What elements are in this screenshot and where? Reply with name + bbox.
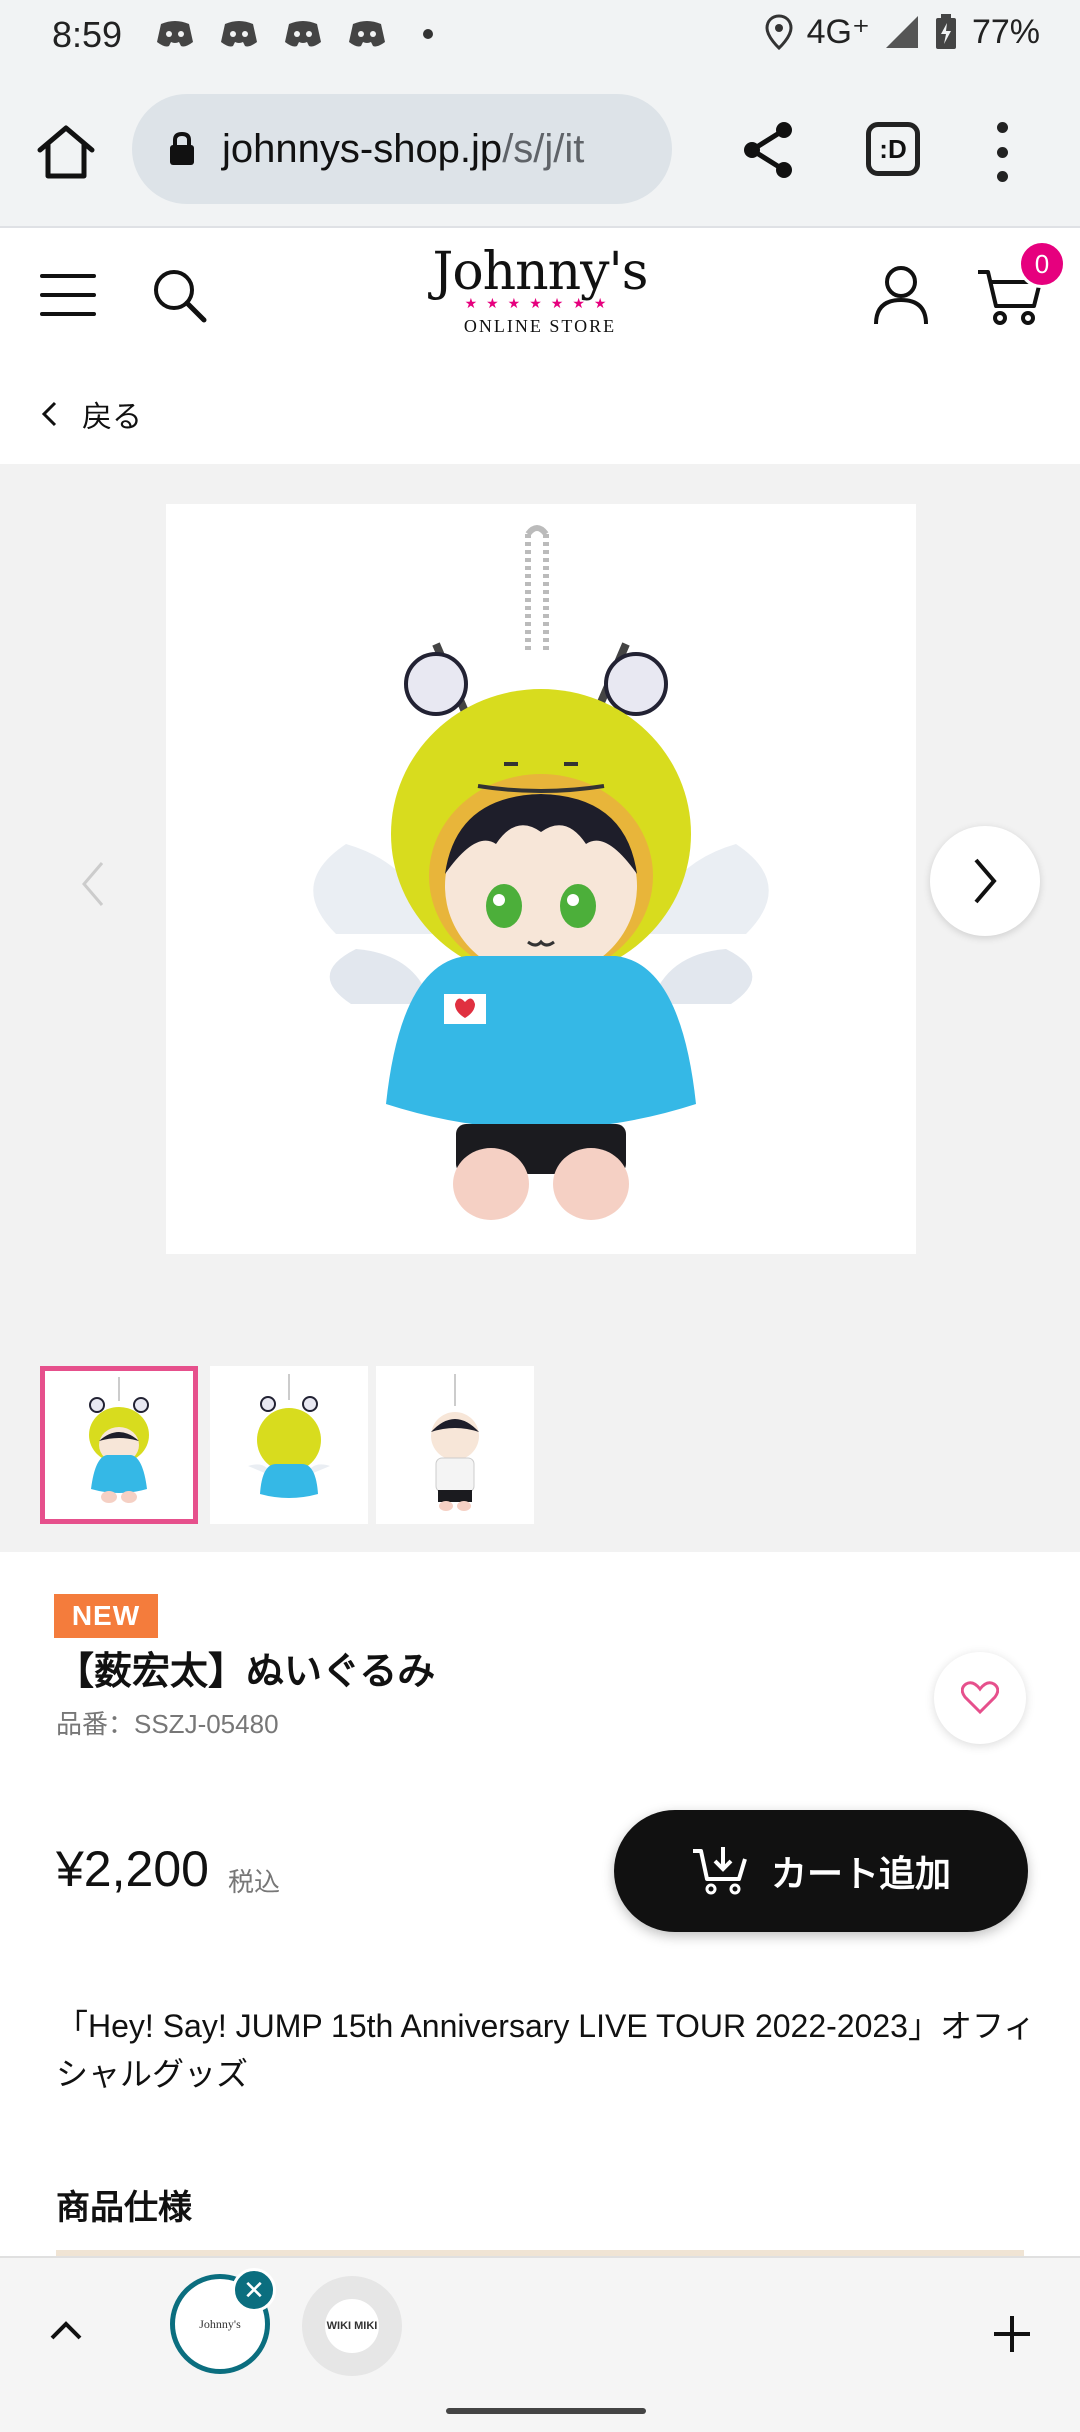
address-bar[interactable]: johnnys-shop.jp/s/j/it (132, 94, 672, 204)
plus-icon[interactable] (990, 2312, 1034, 2356)
status-bar: 8:59 4G⁺ 77% (0, 0, 1080, 72)
battery-icon (935, 14, 956, 49)
discord-icon (221, 21, 257, 47)
tab-switcher-button[interactable]: :D (866, 122, 920, 176)
discord-icon (285, 21, 321, 47)
more-dot-icon (423, 29, 433, 39)
add-to-cart-button[interactable]: カート追加 (614, 1810, 1028, 1932)
wikimiki-label: WIKI MIKI (325, 2299, 379, 2353)
home-icon[interactable] (34, 120, 98, 184)
chevron-right-icon (974, 858, 997, 904)
status-right: 4G⁺ 77% (765, 12, 1040, 52)
gallery-prev-arrow-icon[interactable] (78, 859, 108, 909)
tab-bottom-bar: Johnny's ✕ WIKI MIKI (0, 2256, 1080, 2432)
heart-icon (961, 1681, 999, 1715)
gallery-thumbnail-3[interactable] (376, 1366, 534, 1524)
spec-heading: 商品仕様 (56, 2189, 192, 2227)
tax-label: 税込 (228, 1867, 281, 1897)
back-link[interactable]: 戻る (40, 392, 142, 436)
thumbnail-image (431, 1374, 479, 1511)
cart-count-badge: 0 (1018, 240, 1066, 288)
lock-icon (170, 131, 194, 165)
tab-bubble-wikimiki[interactable]: WIKI MIKI (302, 2276, 402, 2376)
product-main-image[interactable] (166, 504, 916, 1254)
search-icon[interactable] (150, 266, 208, 324)
logo-subtitle: ONLINE STORE (463, 316, 617, 336)
chevron-left-icon (41, 401, 57, 427)
status-time: 8:59 (52, 14, 123, 55)
overflow-menu-icon[interactable] (990, 116, 1014, 188)
url-text: johnnys-shop.jp/s/j/it (222, 127, 584, 172)
new-badge: NEW (54, 1594, 158, 1638)
discord-icon (349, 21, 385, 47)
url-domain: johnnys-shop.jp (222, 126, 503, 171)
gallery-next-button[interactable] (930, 826, 1040, 936)
chevron-up-icon[interactable] (48, 2318, 84, 2342)
site-header: Johnny's ★★★★★★★ ONLINE STORE (0, 230, 1080, 356)
back-link-label: 戻る (82, 401, 142, 434)
url-path: /s/j/it (502, 126, 585, 171)
gesture-bar[interactable] (446, 2408, 646, 2414)
thumbnail-image (89, 1377, 149, 1503)
hamburger-menu-icon[interactable] (40, 274, 96, 316)
notification-icons (155, 18, 433, 50)
gallery-thumbnail-1[interactable] (40, 1366, 198, 1524)
network-label: 4G⁺ (806, 13, 870, 51)
gallery-thumbnail-2[interactable] (210, 1366, 368, 1524)
thumbnail-image (248, 1374, 330, 1498)
browser-toolbar: johnnys-shop.jp/s/j/it :D (0, 72, 1080, 228)
add-to-cart-label: カート追加 (770, 1853, 951, 1894)
location-icon (765, 14, 793, 50)
store-logo[interactable]: Johnny's ★★★★★★★ ONLINE STORE (430, 244, 650, 344)
account-icon[interactable] (872, 264, 930, 326)
discord-icon (157, 21, 193, 47)
plush-illustration (313, 525, 769, 1220)
signal-icon (885, 16, 918, 48)
share-icon[interactable] (740, 120, 796, 180)
product-code: 品番：SSZJ-05480 (56, 1709, 279, 1739)
add-cart-icon (692, 1847, 747, 1895)
product-gallery (0, 464, 1080, 1552)
battery-label: 77% (971, 12, 1040, 51)
close-icon[interactable]: ✕ (232, 2268, 276, 2312)
favorite-button[interactable] (934, 1652, 1026, 1744)
logo-main-text: Johnny's (432, 242, 649, 302)
product-price: ¥2,200 (56, 1841, 209, 1897)
product-description: 「Hey! Say! JUMP 15th Anniversary LIVE TO… (56, 2008, 1036, 2092)
product-title: 【薮宏太】ぬいぐるみ (56, 1651, 436, 1693)
